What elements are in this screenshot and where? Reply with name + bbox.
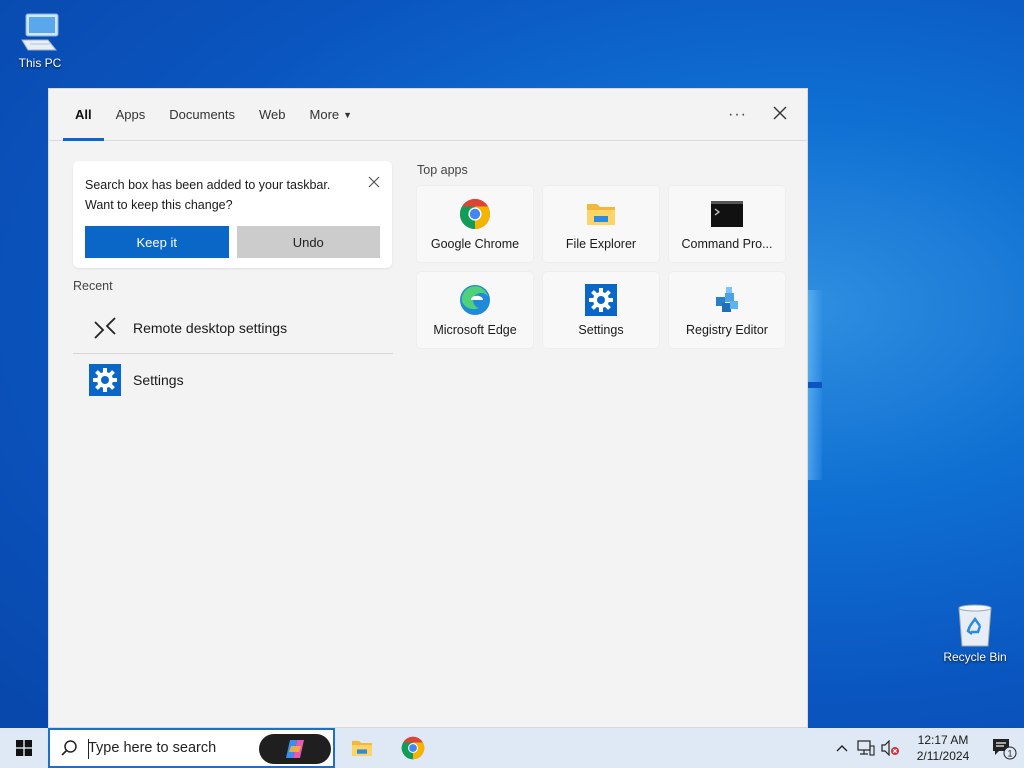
windows-logo-icon <box>16 740 32 756</box>
app-tile-registry-editor[interactable]: Registry Editor <box>669 272 785 348</box>
show-hidden-icons-button[interactable] <box>830 728 854 768</box>
network-button[interactable] <box>854 728 878 768</box>
copilot-icon <box>286 740 304 758</box>
top-apps-grid: Google Chrome File Explorer Command Pro.… <box>417 186 785 348</box>
clock-time: 12:17 AM <box>917 733 969 747</box>
tab-documents[interactable]: Documents <box>157 89 247 141</box>
settings-gear-icon <box>89 364 121 396</box>
close-icon <box>773 106 787 119</box>
app-tile-file-explorer[interactable]: File Explorer <box>543 186 659 262</box>
caret-down-icon: ▼ <box>343 109 353 120</box>
search-tabs: All Apps Documents Web More ▼ ··· <box>49 89 807 141</box>
app-tile-label: Microsoft Edge <box>433 323 517 337</box>
chrome-icon <box>401 736 425 760</box>
folder-icon <box>584 197 618 231</box>
app-tile-microsoft-edge[interactable]: Microsoft Edge <box>417 272 533 348</box>
folder-icon <box>352 740 372 756</box>
desktop-icon-this-pc[interactable]: This PC <box>0 10 80 70</box>
close-button[interactable] <box>773 106 787 125</box>
taskbar-search-notice: Search box has been added to your taskba… <box>73 161 392 268</box>
desktop-icon-label: This PC <box>18 56 62 70</box>
remote-desktop-icon <box>89 312 121 344</box>
app-tile-settings[interactable]: Settings <box>543 272 659 348</box>
network-icon <box>857 740 875 756</box>
recent-item-label: Remote desktop settings <box>133 320 288 336</box>
recent-title: Recent <box>73 279 113 293</box>
chevron-up-icon <box>836 745 848 752</box>
text-cursor <box>88 739 89 759</box>
app-tile-label: Registry Editor <box>686 323 768 337</box>
app-tile-label: Google Chrome <box>430 237 520 251</box>
tab-all[interactable]: All <box>63 89 104 141</box>
desktop-icon-label: Recycle Bin <box>943 650 1007 664</box>
clock[interactable]: 12:17 AM 2/11/2024 <box>908 732 978 764</box>
tab-web[interactable]: Web <box>247 89 298 141</box>
app-tile-command-prompt[interactable]: Command Pro... <box>669 186 785 262</box>
recycle-bin-icon <box>958 604 992 647</box>
taskbar-file-explorer[interactable] <box>338 728 386 768</box>
volume-button[interactable] <box>878 728 902 768</box>
system-tray: 12:17 AM 2/11/2024 1 <box>830 728 1024 768</box>
desktop-wallpaper-logo <box>808 290 822 480</box>
notice-text: Search box has been added to your taskba… <box>85 178 331 212</box>
notification-count: 1 <box>1007 749 1012 759</box>
keep-it-button[interactable]: Keep it <box>85 226 229 258</box>
top-apps-title: Top apps <box>417 163 468 177</box>
notice-close-button[interactable] <box>368 175 380 193</box>
settings-gear-icon <box>584 283 618 317</box>
search-input[interactable] <box>88 740 248 756</box>
recent-item-remote-desktop[interactable]: Remote desktop settings <box>73 303 393 353</box>
volume-muted-icon <box>881 740 899 756</box>
app-tile-label: Command Pro... <box>681 237 773 251</box>
copilot-button[interactable] <box>259 734 331 764</box>
computer-icon <box>21 13 59 51</box>
notification-icon: 1 <box>993 739 1017 760</box>
more-options-button[interactable]: ··· <box>728 106 747 124</box>
taskbar-search-box[interactable] <box>48 728 335 768</box>
terminal-icon <box>710 197 744 231</box>
recent-item-settings[interactable]: Settings <box>73 355 393 405</box>
registry-icon <box>710 283 744 317</box>
tab-more[interactable]: More ▼ <box>298 89 365 141</box>
edge-icon <box>458 283 492 317</box>
desktop-icon-recycle-bin[interactable]: Recycle Bin <box>935 602 1015 664</box>
app-tile-label: File Explorer <box>565 237 637 251</box>
clock-date: 2/11/2024 <box>916 749 970 763</box>
search-icon <box>61 740 77 756</box>
app-tile-label: Settings <box>578 323 624 337</box>
divider <box>73 353 393 354</box>
chrome-icon <box>458 197 492 231</box>
close-icon <box>368 176 380 188</box>
start-button[interactable] <box>0 728 48 768</box>
tab-apps[interactable]: Apps <box>104 89 158 141</box>
notification-center-button[interactable]: 1 <box>984 728 1024 768</box>
app-tile-google-chrome[interactable]: Google Chrome <box>417 186 533 262</box>
undo-button[interactable]: Undo <box>236 226 380 258</box>
recent-item-label: Settings <box>133 372 184 388</box>
taskbar-chrome[interactable] <box>389 728 437 768</box>
search-panel: All Apps Documents Web More ▼ ··· Search … <box>48 88 808 728</box>
taskbar: 12:17 AM 2/11/2024 1 <box>0 728 1024 768</box>
